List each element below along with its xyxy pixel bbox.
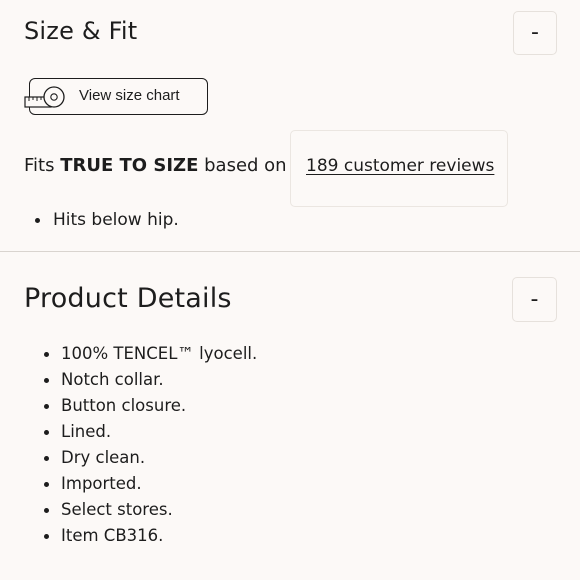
list-item: Hits below hip. — [35, 210, 179, 230]
list-item: 100% TENCEL™ lyocell. — [44, 344, 257, 370]
measuring-tape-icon — [24, 86, 65, 108]
list-item: Lined. — [44, 422, 257, 448]
view-size-chart-label: View size chart — [79, 87, 180, 104]
bullet-dot — [44, 482, 49, 487]
list-item-text: Dry clean. — [61, 448, 146, 467]
view-size-chart-button[interactable]: View size chart — [24, 78, 208, 115]
list-item-text: Button closure. — [61, 396, 187, 415]
list-item: Select stores. — [44, 500, 257, 526]
bullet-dot — [44, 456, 49, 461]
size-fit-collapse-button[interactable]: - — [513, 11, 557, 55]
fit-rating: TRUE TO SIZE — [60, 155, 199, 176]
bullet-dot — [44, 430, 49, 435]
customer-reviews-link[interactable]: 189 customer reviews — [306, 156, 494, 176]
list-item-text: Hits below hip. — [53, 210, 179, 230]
bullet-dot — [44, 352, 49, 357]
list-item-text: 100% TENCEL™ lyocell. — [61, 344, 258, 363]
list-item: Notch collar. — [44, 370, 257, 396]
size-fit-title: Size & Fit — [24, 17, 138, 45]
bullet-dot — [44, 508, 49, 513]
bullet-dot — [35, 218, 40, 223]
list-item-text: Notch collar. — [61, 370, 164, 389]
product-details-bullet-list: 100% TENCEL™ lyocell. Notch collar. Butt… — [44, 344, 257, 552]
list-item: Item CB316. — [44, 526, 257, 552]
product-details-title: Product Details — [24, 283, 232, 314]
bullet-dot — [44, 534, 49, 539]
list-item-text: Select stores. — [61, 500, 173, 519]
product-details-section: Product Details - 100% TENCEL™ lyocell. … — [0, 252, 580, 580]
list-item-text: Imported. — [61, 474, 142, 493]
size-fit-section: Size & Fit - View size chart Fits TRUE T… — [0, 0, 580, 251]
fit-suffix: based on — [198, 155, 287, 176]
product-details-collapse-button[interactable]: - — [512, 277, 557, 322]
list-item: Dry clean. — [44, 448, 257, 474]
list-item: Imported. — [44, 474, 257, 500]
bullet-dot — [44, 378, 49, 383]
fit-summary: Fits TRUE TO SIZE based on — [24, 155, 287, 176]
list-item-text: Item CB316. — [61, 526, 164, 545]
bullet-dot — [44, 404, 49, 409]
list-item: Button closure. — [44, 396, 257, 422]
list-item-text: Lined. — [61, 422, 112, 441]
fit-prefix: Fits — [24, 155, 61, 176]
customer-reviews-box[interactable]: 189 customer reviews — [290, 130, 508, 207]
size-fit-bullet-list: Hits below hip. — [35, 210, 179, 230]
